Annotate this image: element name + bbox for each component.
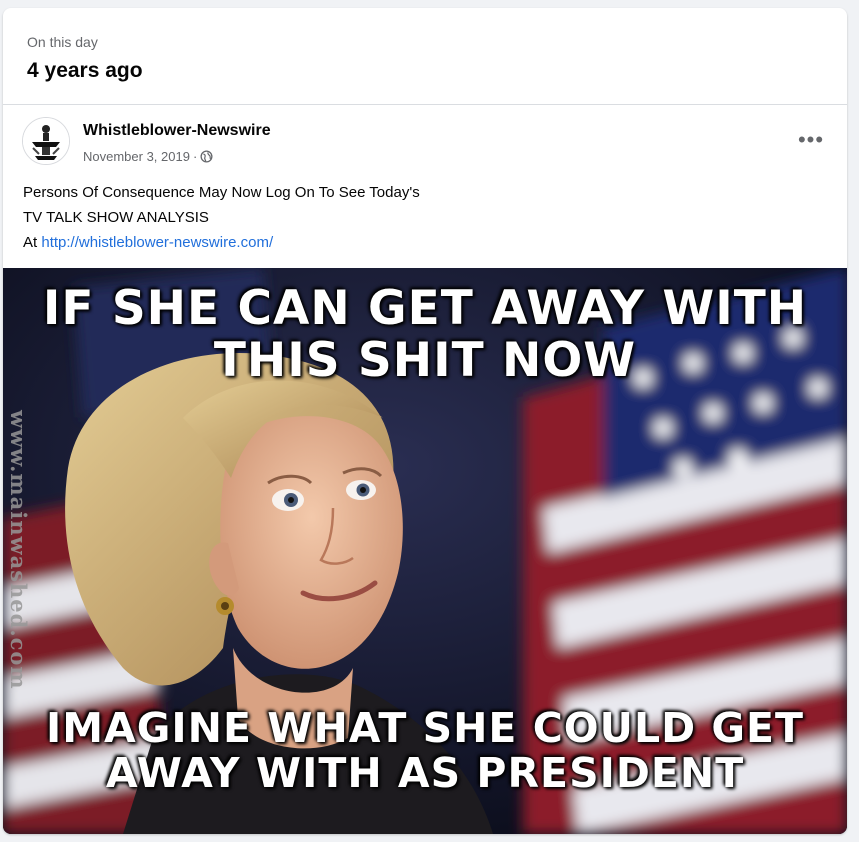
memory-card: On this day 4 years ago Whistleblower-Ne… [3, 8, 847, 834]
post-header: Whistleblower-Newswire November 3, 2019 … [3, 105, 847, 175]
memories-header: On this day 4 years ago [3, 8, 847, 105]
more-options-icon: ••• [797, 127, 825, 152]
author-name[interactable]: Whistleblower-Newswire [83, 122, 271, 140]
meta-separator: · [192, 149, 198, 164]
meme-top-caption: IF SHE CAN GET AWAY WITH THIS SHIT NOW [42, 281, 808, 388]
post-text: Persons Of Consequence May Now Log On To… [23, 180, 823, 255]
meme-bottom-caption: IMAGINE WHAT SHE COULD GET AWAY WITH AS … [45, 704, 805, 798]
post-text-line3: At http://whistleblower-newswire.com/ [23, 230, 823, 255]
globe-icon [200, 150, 213, 163]
whistleblower-logo-icon [23, 118, 69, 164]
meme-watermark: www.mainwashed.com [6, 410, 31, 690]
memories-title: 4 years ago [27, 59, 143, 82]
post-link[interactable]: http://whistleblower-newswire.com/ [41, 234, 273, 251]
post-text-line2: TV TALK SHOW ANALYSIS [23, 209, 209, 226]
post-text-line1: Persons Of Consequence May Now Log On To… [23, 184, 420, 201]
author-avatar[interactable] [22, 117, 70, 165]
post-meta: November 3, 2019 · [83, 149, 213, 164]
post-image[interactable]: IF SHE CAN GET AWAY WITH THIS SHIT NOW I… [3, 268, 847, 834]
more-options-button[interactable]: ••• [795, 127, 827, 152]
post-text-prefix: At [23, 234, 38, 251]
post-date[interactable]: November 3, 2019 [83, 149, 190, 164]
memories-caption: On this day [27, 34, 98, 50]
